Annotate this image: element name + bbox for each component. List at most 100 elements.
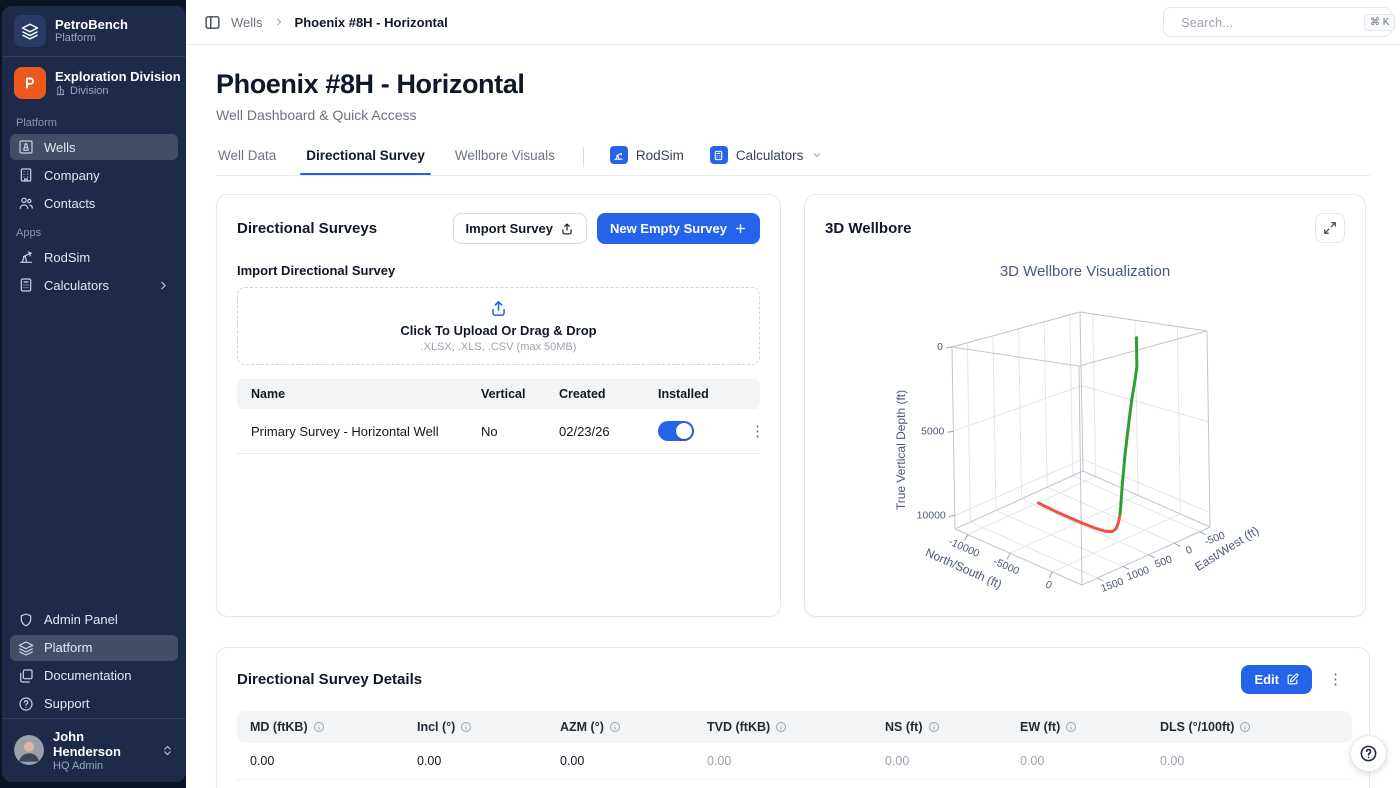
trajectory-vertical-section [1120,338,1137,516]
survey-vertical: No [467,409,545,454]
page-content: Phoenix #8H - Horizontal Well Dashboard … [186,45,1400,788]
trajectory-lateral-section [1039,503,1120,532]
search-box[interactable]: ⌘ K [1163,7,1392,37]
new-empty-survey-button[interactable]: New Empty Survey [597,213,760,244]
details-row[interactable]: 51.000.16258.6851.00-0.050.060.31 [237,780,1352,788]
shield-icon [18,612,34,628]
installed-toggle[interactable] [658,421,694,441]
user-name: John Henderson [53,729,152,760]
tab-well-data[interactable]: Well Data [216,140,278,174]
sidebar-item-contacts[interactable]: Contacts [10,190,178,216]
tab-wellbore-visuals[interactable]: Wellbore Visuals [453,140,557,174]
plus-icon [734,222,747,235]
dropzone-title: Click To Upload Or Drag & Drop [400,323,596,338]
sidebar-item-platform[interactable]: Platform [10,635,178,661]
details-cell: 0.00 [404,743,547,780]
breadcrumb-wells[interactable]: Wells [231,15,263,30]
info-icon [1239,721,1251,733]
svg-text:-5000: -5000 [992,556,1022,578]
sidebar-item-documentation[interactable]: Documentation [10,663,178,689]
survey-row[interactable]: Primary Survey - Horizontal Well No 02/2… [237,409,760,454]
wellbore-3d-card: 3D Wellbore 3D Wellbore Visualization 05… [804,194,1366,617]
chevron-down-icon [811,149,823,161]
details-table: MD (ftKB)Incl (°)AZM (°)TVD (ftKB)NS (ft… [237,711,1352,788]
breadcrumb: Wells Phoenix #8H - Horizontal [231,15,448,30]
details-row[interactable]: 0.000.000.000.000.000.000.00 [237,743,1352,780]
rodsim-app-icon [610,146,628,164]
tab-calculators[interactable]: Calculators [710,138,824,175]
expand-icon [1323,221,1337,235]
upload-icon [489,299,508,318]
section-label-platform: Platform [2,107,186,133]
tab-bar: Well Data Directional Survey Wellbore Vi… [216,138,1370,176]
info-icon [609,721,621,733]
chevron-right-icon [273,16,285,28]
card-title: Directional Survey Details [237,671,422,688]
tab-rodsim[interactable]: RodSim [610,138,684,175]
survey-details-card: Directional Survey Details Edit ⋮ M [216,647,1370,788]
user-role: HQ Admin [53,760,152,772]
expand-button[interactable] [1315,213,1345,243]
svg-text:1000: 1000 [1125,564,1151,583]
details-cell: 0.00 [872,743,1007,780]
column-header-actions [730,379,760,409]
info-icon [460,721,472,733]
org-name: Exploration Division [55,69,181,85]
svg-text:5000: 5000 [921,425,945,437]
svg-text:0: 0 [937,341,943,353]
card-title: 3D Wellbore [825,220,911,237]
search-input[interactable] [1181,15,1357,30]
org-switcher[interactable]: Exploration Division Division [2,57,186,107]
details-cell: -0.05 [872,780,1007,788]
tab-directional-survey[interactable]: Directional Survey [304,140,427,174]
user-menu[interactable]: John Henderson HQ Admin [2,718,186,782]
details-column-header: AZM (°) [547,711,694,743]
details-cell: 0.00 [237,743,404,780]
sidebar-item-wells[interactable]: Wells [10,134,178,160]
upload-dropzone[interactable]: Click To Upload Or Drag & Drop .XLSX, .X… [237,287,760,365]
details-cell: 51.00 [237,780,404,788]
svg-text:10000: 10000 [917,510,946,522]
petrobench-logo-icon [14,15,46,47]
details-cell: 0.16 [404,780,547,788]
sidebar-item-admin-panel[interactable]: Admin Panel [10,607,178,633]
app-name: PetroBench [55,18,128,33]
import-survey-button[interactable]: Import Survey [453,213,587,244]
calculator-app-icon [710,146,728,164]
sidebar-item-company[interactable]: Company [10,162,178,188]
details-menu-button[interactable]: ⋮ [1322,670,1349,689]
details-column-header: NS (ft) [872,711,1007,743]
details-column-header: DLS (°/100ft) [1147,711,1352,743]
app-logo: PetroBench Platform [2,6,186,57]
survey-created: 02/23/26 [545,409,644,454]
wellbore-3d-plot[interactable]: 0500010000True Vertical Depth (ft)-10000… [805,195,1366,617]
column-header-installed: Installed [644,379,730,409]
svg-text:0: 0 [1043,579,1053,592]
details-cell: 51.00 [694,780,872,788]
edit-button[interactable]: Edit [1241,665,1312,694]
surveys-table: Name Vertical Created Installed Primary … [237,379,760,454]
survey-name: Primary Survey - Horizontal Well [237,409,467,454]
row-menu-button[interactable]: ⋮ [744,422,771,441]
docs-icon [18,668,34,684]
info-icon [1065,721,1077,733]
sidebar-item-label: Wells [44,140,76,155]
svg-text:0: 0 [1184,544,1194,557]
details-column-header: Incl (°) [404,711,547,743]
calculator-icon [18,277,34,293]
help-button[interactable] [1350,735,1387,772]
app-subtitle: Platform [55,32,128,44]
layers-icon [18,640,34,656]
sidebar-item-rodsim[interactable]: RodSim [10,244,178,270]
info-icon [313,721,325,733]
sidebar-item-support[interactable]: Support [10,691,178,717]
breadcrumb-current: Phoenix #8H - Horizontal [295,15,448,30]
dropzone-hint: .XLSX, .XLS, .CSV (max 50MB) [421,341,577,353]
sidebar-item-label: Admin Panel [44,612,118,627]
pumpjack-icon [18,249,34,265]
org-logo-icon [14,67,46,99]
contacts-icon [18,195,34,211]
details-column-header: MD (ftKB) [237,711,404,743]
sidebar-toggle-icon[interactable] [200,10,225,35]
sidebar-item-calculators[interactable]: Calculators [10,272,178,298]
